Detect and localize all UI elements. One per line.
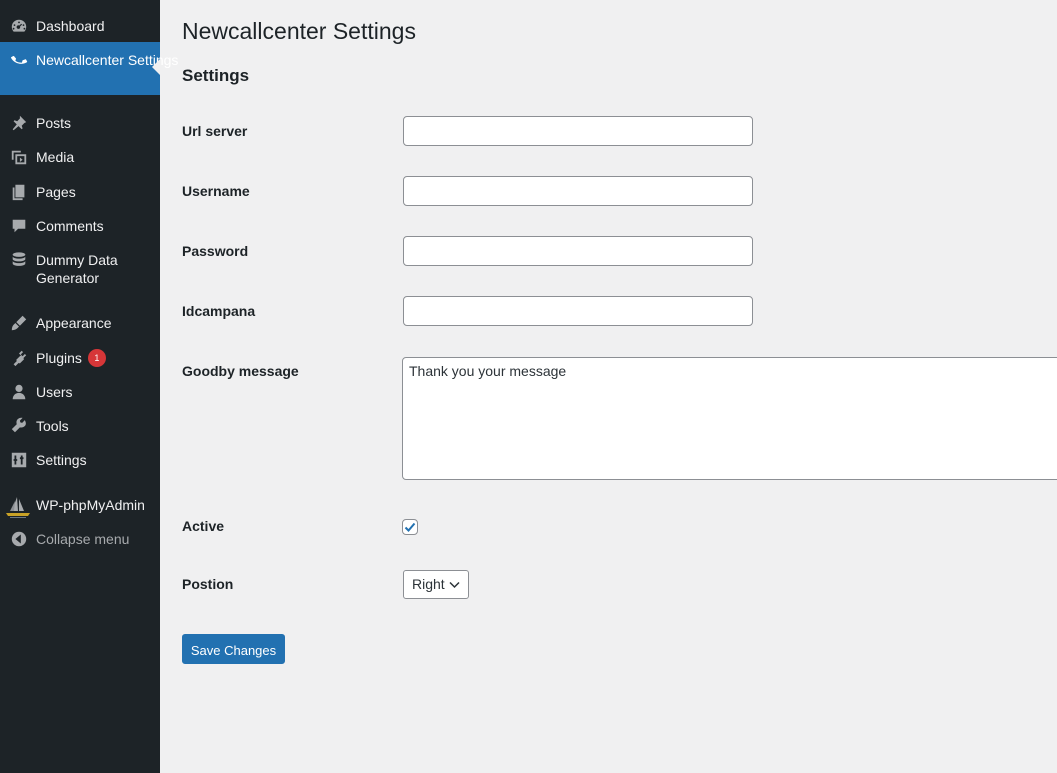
sidebar-item-posts[interactable]: Posts [0, 114, 160, 132]
sidebar-item-label: Media [36, 149, 75, 165]
password-input[interactable] [403, 236, 753, 266]
collapse-arrow-icon [9, 529, 29, 549]
admin-sidebar: Dashboard Newcallcenter Settings Posts M… [0, 0, 178, 773]
sidebar-item-label: Settings [36, 452, 87, 468]
phpmyadmin-logo-icon [4, 496, 32, 522]
sidebar-item-tools[interactable]: Tools [0, 417, 160, 435]
goodby-message-textarea[interactable]: Thank you your message [402, 357, 1057, 480]
section-title: Settings [182, 66, 250, 85]
sliders-icon [9, 450, 29, 470]
sidebar-item-pages[interactable]: Pages [0, 183, 160, 201]
sidebar-item-dashboard[interactable]: Dashboard [0, 17, 160, 35]
username-label: Username [182, 183, 250, 199]
comments-icon [9, 216, 29, 236]
pages-icon [9, 182, 29, 202]
plugins-update-badge: 1 [87, 349, 106, 367]
username-input[interactable] [403, 176, 753, 206]
sidebar-item-newcallcenter-settings[interactable]: Newcallcenter Settings [0, 42, 178, 95]
plugin-icon [9, 348, 29, 368]
idcampana-input[interactable] [403, 296, 753, 326]
checkmark-icon [404, 522, 416, 532]
goodby-message-label: Goodby message [182, 363, 299, 379]
dashboard-icon [9, 16, 29, 36]
database-icon [9, 250, 29, 270]
sidebar-item-plugins[interactable]: Plugins 1 [0, 349, 160, 367]
collapse-menu-label: Collapse menu [36, 531, 130, 547]
phone-icon [9, 50, 29, 70]
sidebar-item-label: Users [36, 384, 73, 400]
pin-icon [9, 113, 29, 133]
media-icon [9, 147, 29, 167]
save-changes-button[interactable]: Save Changes [182, 634, 285, 664]
position-label: Postion [182, 576, 234, 592]
sidebar-item-label: Pages [36, 184, 76, 200]
sidebar-item-label: Tools [36, 418, 69, 434]
sidebar-item-label: Dashboard [36, 18, 105, 34]
user-icon [9, 382, 29, 402]
sidebar-item-comments[interactable]: Comments [0, 217, 160, 235]
sidebar-item-wp-phpmyadmin[interactable]: WP-phpMyAdmin [0, 496, 160, 518]
sidebar-item-label: Dummy Data Generator [36, 252, 118, 286]
idcampana-label: Idcampana [182, 303, 256, 319]
url-server-input[interactable] [403, 116, 753, 146]
sidebar-item-users[interactable]: Users [0, 383, 160, 401]
collapse-menu-button[interactable]: Collapse menu [0, 530, 160, 548]
chevron-down-icon [449, 581, 460, 589]
position-select-value: Right [412, 576, 445, 592]
url-server-label: Url server [182, 123, 248, 139]
brush-icon [9, 313, 29, 333]
position-select[interactable]: Right [403, 570, 469, 599]
sidebar-item-dummy-data-generator[interactable]: Dummy Data Generator [0, 251, 160, 287]
active-checkbox[interactable] [402, 519, 418, 535]
active-label: Active [182, 518, 225, 534]
sidebar-item-media[interactable]: Media [0, 148, 160, 166]
sidebar-item-label: Newcallcenter Settings [36, 52, 179, 68]
sidebar-item-label: Comments [36, 218, 104, 234]
sidebar-item-settings[interactable]: Settings [0, 451, 160, 469]
sidebar-item-appearance[interactable]: Appearance [0, 314, 160, 332]
password-label: Password [182, 243, 249, 259]
sidebar-item-label: Appearance [36, 315, 112, 331]
sidebar-item-label: Plugins 1 [36, 349, 106, 367]
sidebar-item-label: Posts [36, 115, 72, 131]
sidebar-item-label: WP-phpMyAdmin [36, 497, 145, 513]
page-title: Newcallcenter Settings [182, 18, 416, 44]
wrench-icon [9, 416, 29, 436]
